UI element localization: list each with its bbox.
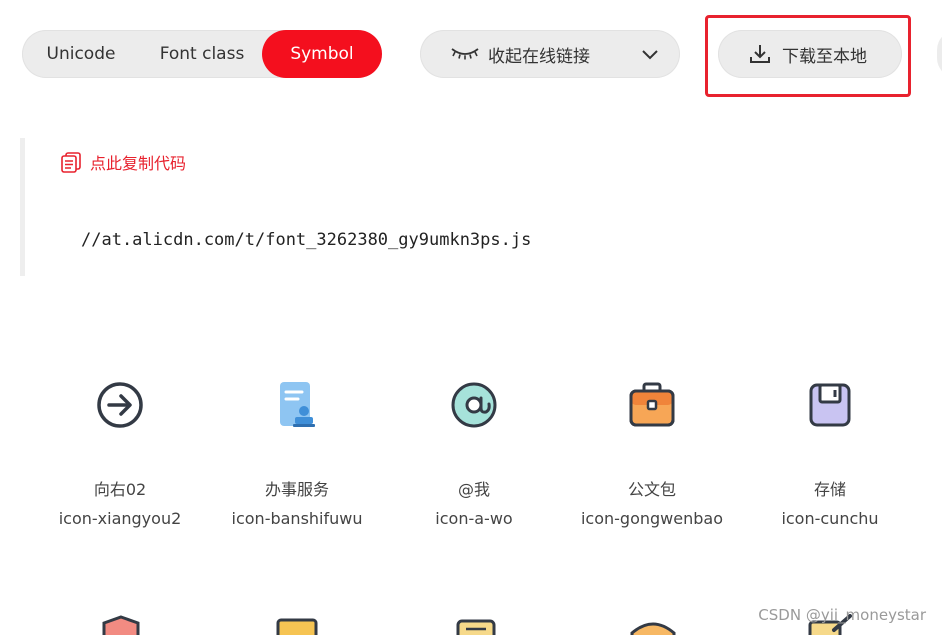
collapse-online-link-label: 收起在线链接	[488, 46, 590, 67]
icon-name: 办事服务	[264, 480, 329, 499]
icon-code: icon-xiangyou2	[58, 509, 182, 528]
copy-code-link[interactable]: 点此复制代码	[60, 150, 186, 174]
csdn-watermark: CSDN @yii_moneystar	[758, 606, 926, 624]
chevron-down-icon	[642, 50, 658, 60]
briefcase-icon	[629, 382, 675, 427]
folder-icon	[276, 618, 318, 635]
icon-code: icon-a-wo	[435, 509, 513, 528]
partial-toolbar-button[interactable]	[937, 30, 942, 78]
eye-closed-icon	[451, 48, 479, 60]
icon-code: icon-cunchu	[781, 509, 879, 528]
download-local-label: 下载至本地	[782, 46, 867, 67]
tab-unicode[interactable]: Unicode	[22, 30, 140, 78]
code-type-tabs: Unicode Font class Symbol	[22, 30, 382, 78]
shield-icon	[102, 615, 140, 635]
icon-name: 向右02	[93, 480, 147, 499]
iconfont-project-page: Unicode Font class Symbol 收起在线链接 下载至本地 点…	[0, 0, 942, 635]
document-seal-icon	[280, 382, 315, 427]
collapse-online-link-button[interactable]: 收起在线链接	[420, 30, 680, 78]
at-icon	[451, 382, 497, 428]
storage-icon	[809, 383, 851, 427]
tab-font-class[interactable]: Font class	[140, 30, 264, 78]
code-block: 点此复制代码 //at.alicdn.com/t/font_3262380_gy…	[20, 138, 942, 276]
copy-icon	[61, 152, 81, 173]
icon-code: icon-banshifuwu	[231, 509, 363, 528]
notepad-icon	[456, 619, 496, 635]
icon-name: 存储	[813, 480, 846, 499]
download-icon	[750, 45, 770, 63]
tab-symbol[interactable]: Symbol	[262, 30, 382, 78]
copy-code-label: 点此复制代码	[90, 154, 187, 173]
icon-code: icon-gongwenbao	[580, 509, 723, 528]
download-local-button[interactable]: 下载至本地	[718, 30, 902, 78]
box-icon	[630, 622, 676, 635]
icon-name: 公文包	[627, 480, 676, 499]
icon-name: @我	[457, 480, 490, 499]
symbol-script-url: //at.alicdn.com/t/font_3262380_gy9umkn3p…	[81, 230, 532, 250]
arrow-right-circle-icon	[97, 382, 143, 428]
